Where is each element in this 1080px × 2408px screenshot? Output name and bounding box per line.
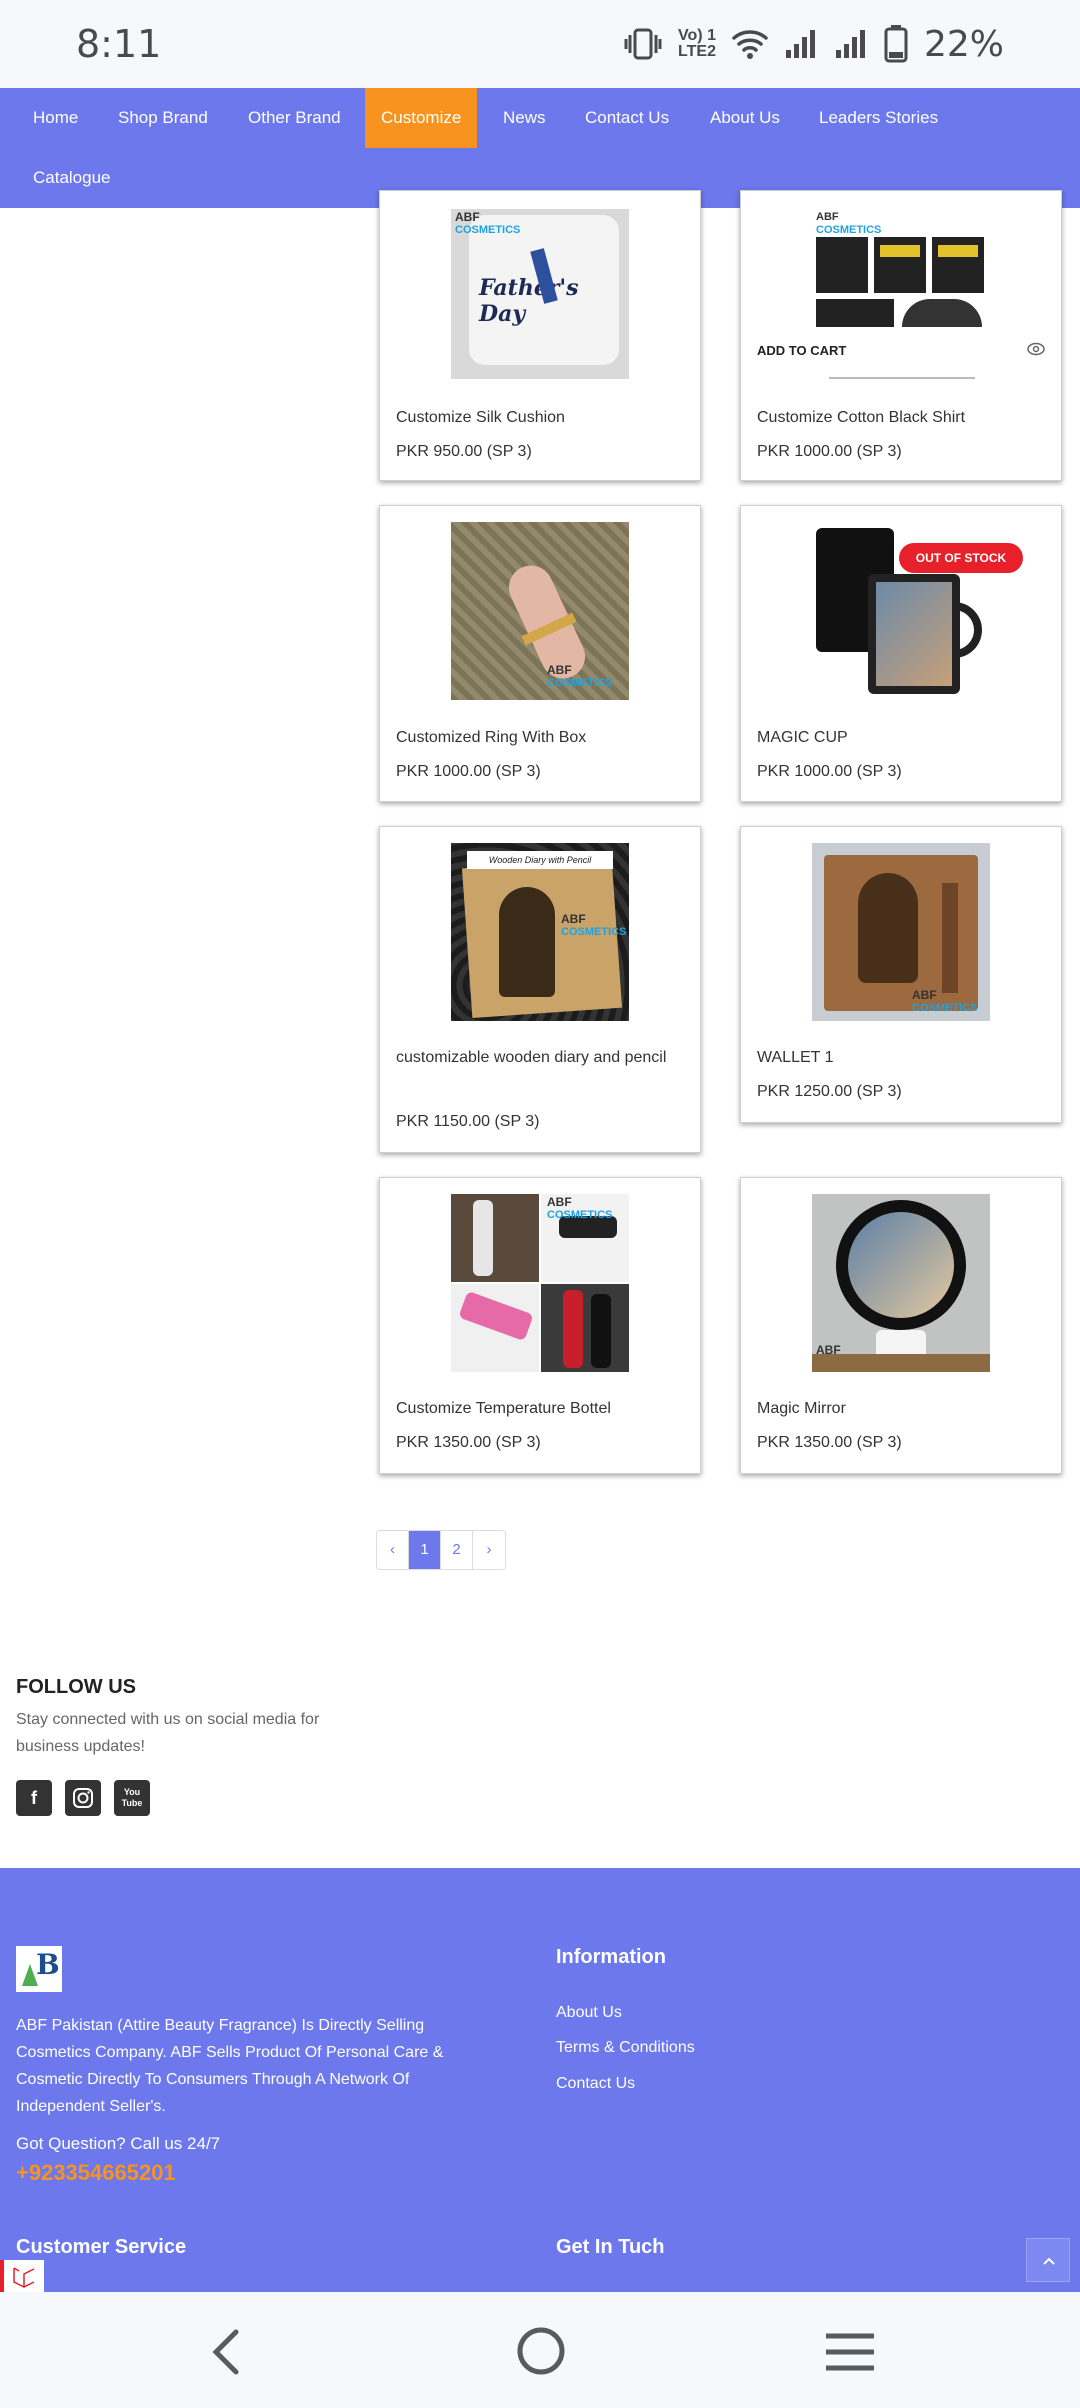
system-icons: Vo) 1 LTE2 22% xyxy=(624,22,1004,66)
nav-item-other-brand[interactable]: Other Brand xyxy=(248,88,341,148)
product-card[interactable]: ABF COSMETICS Customized Ring With Box PK… xyxy=(379,505,701,802)
product-title[interactable]: WALLET 1 xyxy=(757,1043,1047,1073)
product-card[interactable]: ABF COSMETICS WALLET 1 PKR 1250.00 (SP 3) xyxy=(740,826,1062,1123)
footer-link-contact-us[interactable]: Contact Us xyxy=(556,2075,635,2093)
recents-menu-icon[interactable] xyxy=(824,2332,876,2372)
wifi-icon xyxy=(732,30,768,59)
product-card[interactable]: ABF COSMETICS ADD TO CART Customize Cotto… xyxy=(740,190,1062,481)
divider xyxy=(829,377,975,379)
status-bar: 8:11 Vo) 1 LTE2 22% xyxy=(0,0,1080,88)
product-image[interactable]: ABFCOSMETICS xyxy=(451,1194,629,1372)
product-price: PKR 1350.00 (SP 3) xyxy=(396,1434,541,1451)
pagination: ‹ 1 2 › xyxy=(376,1530,506,1570)
product-title[interactable]: Magic Mirror xyxy=(757,1394,1047,1424)
nav-item-home[interactable]: Home xyxy=(33,88,78,148)
battery-percent: 22% xyxy=(923,23,1004,65)
footer-link-terms[interactable]: Terms & Conditions xyxy=(556,2039,695,2057)
follow-us-title: FOLLOW US xyxy=(16,1676,136,1698)
vibrate-icon xyxy=(624,28,662,60)
product-title[interactable]: Customize Temperature Bottel xyxy=(396,1394,686,1424)
company-logo[interactable]: B xyxy=(16,1946,62,1992)
network-type-label: Vo) 1 LTE2 xyxy=(678,27,716,60)
nav-item-customize[interactable]: Customize xyxy=(365,88,478,148)
product-price: PKR 1000.00 (SP 3) xyxy=(757,443,902,460)
home-icon[interactable] xyxy=(516,2326,566,2376)
footer-link-about-us[interactable]: About Us xyxy=(556,2004,622,2022)
nav-item-about-us[interactable]: About Us xyxy=(710,88,780,148)
nav-item-leaders-stories[interactable]: Leaders Stories xyxy=(819,88,938,148)
product-price: PKR 1150.00 (SP 3) xyxy=(396,1113,540,1130)
product-image[interactable]: ABF xyxy=(812,1194,990,1372)
instagram-icon[interactable] xyxy=(65,1780,101,1816)
product-title[interactable]: Customize Cotton Black Shirt xyxy=(757,403,1047,433)
youtube-icon[interactable]: You Tube xyxy=(114,1780,150,1816)
diary-label: Wooden Diary with Pencil xyxy=(467,851,613,869)
product-title[interactable]: customizable wooden diary and pencil xyxy=(396,1043,686,1073)
nav-item-news[interactable]: News xyxy=(503,88,546,148)
status-time: 8:11 xyxy=(76,22,162,66)
product-card[interactable]: ABFCOSMETICS OUT OF STOCK MAGIC CUP PKR … xyxy=(740,505,1062,802)
product-price: PKR 1250.00 (SP 3) xyxy=(757,1083,902,1100)
pagination-next[interactable]: › xyxy=(473,1531,505,1569)
battery-icon xyxy=(884,25,908,63)
nav-item-contact-us[interactable]: Contact Us xyxy=(585,88,669,148)
footer-get-in-touch-title: Get In Tuch xyxy=(556,2236,665,2258)
product-image[interactable]: ABFCOSMETICS xyxy=(812,843,990,1021)
chevron-up-icon xyxy=(1043,2257,1055,2265)
product-image[interactable]: ABF COSMETICS Father's Day xyxy=(451,209,629,379)
nav-item-catalogue[interactable]: Catalogue xyxy=(33,148,111,208)
quick-view-eye-icon[interactable] xyxy=(1027,342,1045,356)
pagination-page-1[interactable]: 1 xyxy=(409,1531,441,1569)
signal-icon-1 xyxy=(785,30,815,58)
footer-about-text: ABF Pakistan (Attire Beauty Fragrance) I… xyxy=(16,2017,444,2115)
footer-customer-service-title: Customer Service xyxy=(16,2236,187,2258)
out-of-stock-badge: OUT OF STOCK xyxy=(899,543,1023,573)
back-icon[interactable] xyxy=(208,2328,244,2376)
facebook-icon[interactable]: f xyxy=(16,1780,52,1816)
product-price: PKR 1000.00 (SP 3) xyxy=(396,763,541,780)
pagination-page-2[interactable]: 2 xyxy=(441,1531,473,1569)
product-image[interactable]: ABFCOSMETICS xyxy=(812,209,990,327)
nav-item-shop-brand[interactable]: Shop Brand xyxy=(118,88,208,148)
add-to-cart-button[interactable]: ADD TO CART xyxy=(757,343,846,358)
product-price: PKR 950.00 (SP 3) xyxy=(396,443,532,460)
follow-us-text: Stay connected with us on social media f… xyxy=(16,1711,320,1755)
laravel-icon[interactable] xyxy=(0,2260,44,2292)
product-card[interactable]: ABF COSMETICS Customize Temperature Botte… xyxy=(379,1177,701,1474)
product-image[interactable]: Wooden Diary with Pencil ABF COSMETICS xyxy=(451,843,629,1021)
footer-question: Got Question? Call us 24/7 xyxy=(16,2134,221,2153)
site-footer: B ABF Pakistan (Attire Beauty Fragrance)… xyxy=(0,1868,1080,2292)
signal-icon-2 xyxy=(835,30,865,58)
footer-information-title: Information xyxy=(556,1946,666,1968)
product-image[interactable]: ABFCOSMETICS xyxy=(451,522,629,700)
system-navigation-bar xyxy=(0,2292,1080,2408)
product-card[interactable]: ABF COSMETICS Father's Day Customize Silk… xyxy=(379,190,701,481)
product-price: PKR 1350.00 (SP 3) xyxy=(757,1434,902,1451)
product-card[interactable]: Wooden Diary with Pencil ABF COSMETICS cu… xyxy=(379,826,701,1153)
product-price: PKR 1000.00 (SP 3) xyxy=(757,763,902,780)
pagination-prev[interactable]: ‹ xyxy=(377,1531,409,1569)
product-card[interactable]: ABF Magic Mirror PKR 1350.00 (SP 3) xyxy=(740,1177,1062,1474)
scroll-to-top-button[interactable] xyxy=(1026,2238,1070,2282)
product-title[interactable]: Customized Ring With Box xyxy=(396,723,686,753)
product-title[interactable]: Customize Silk Cushion xyxy=(396,403,686,433)
product-title[interactable]: MAGIC CUP xyxy=(757,723,1047,753)
footer-phone[interactable]: +923354665201 xyxy=(16,2160,176,2186)
